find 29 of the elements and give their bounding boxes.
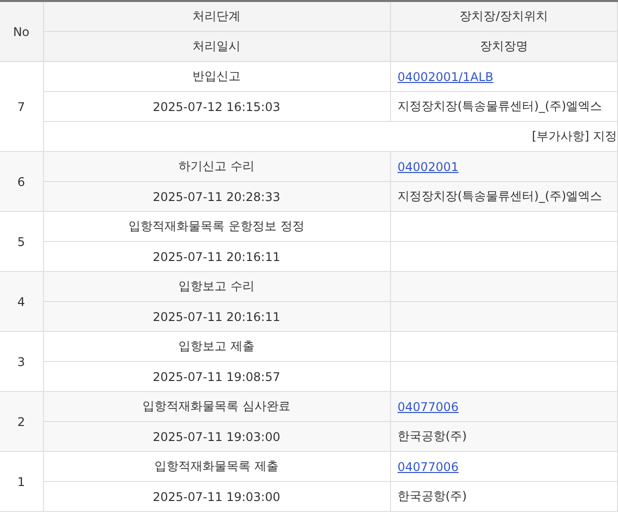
- header-cell: No: [0, 2, 43, 62]
- table-cell: 6: [0, 152, 43, 212]
- table-cell: 2025-07-11 20:16:11: [43, 302, 390, 332]
- table-cell: 2025-07-12 16:15:03: [43, 92, 390, 122]
- location-code-link[interactable]: 04077006: [398, 460, 459, 474]
- table-cell: 4: [0, 272, 43, 332]
- table-cell: 1: [0, 452, 43, 512]
- table-cell: 입항보고 제출: [43, 332, 390, 362]
- location-name-text: 한국공항(주): [398, 489, 467, 503]
- location-name-text: 지정장치장(특송물류센터)_(주)엘엑스: [398, 189, 602, 203]
- location-name-text: 지정장치장(특송물류센터)_(주)엘엑스: [398, 99, 602, 113]
- header-cell: 처리일시: [43, 32, 390, 62]
- location-name-text: 한국공항(주): [398, 429, 467, 443]
- location-code-link[interactable]: 04002001/1ALB: [398, 70, 494, 84]
- table-cell: 입항보고 수리: [43, 272, 390, 302]
- header-cell: 처리단계: [43, 2, 390, 32]
- table-cell: 반입신고: [43, 62, 390, 92]
- table-cell: 입항적재화물목록 운항정보 정정: [43, 212, 390, 242]
- header-cell: 장치장/장치위치: [390, 2, 618, 32]
- table-cell: 입항적재화물목록 제출: [43, 452, 390, 482]
- table-cell: 2025-07-11 19:03:00: [43, 422, 390, 452]
- table-cell: 입항적재화물목록 심사완료: [43, 392, 390, 422]
- table-cell: 2025-07-11 20:28:33: [43, 182, 390, 212]
- table-cell: 2025-07-11 19:03:00: [43, 482, 390, 512]
- location-code-link[interactable]: 04002001: [398, 160, 459, 174]
- table-cell: 하기신고 수리: [43, 152, 390, 182]
- location-code-link[interactable]: 04077006: [398, 400, 459, 414]
- table-cell: 2: [0, 392, 43, 452]
- header-cell: 장치장명: [390, 32, 618, 62]
